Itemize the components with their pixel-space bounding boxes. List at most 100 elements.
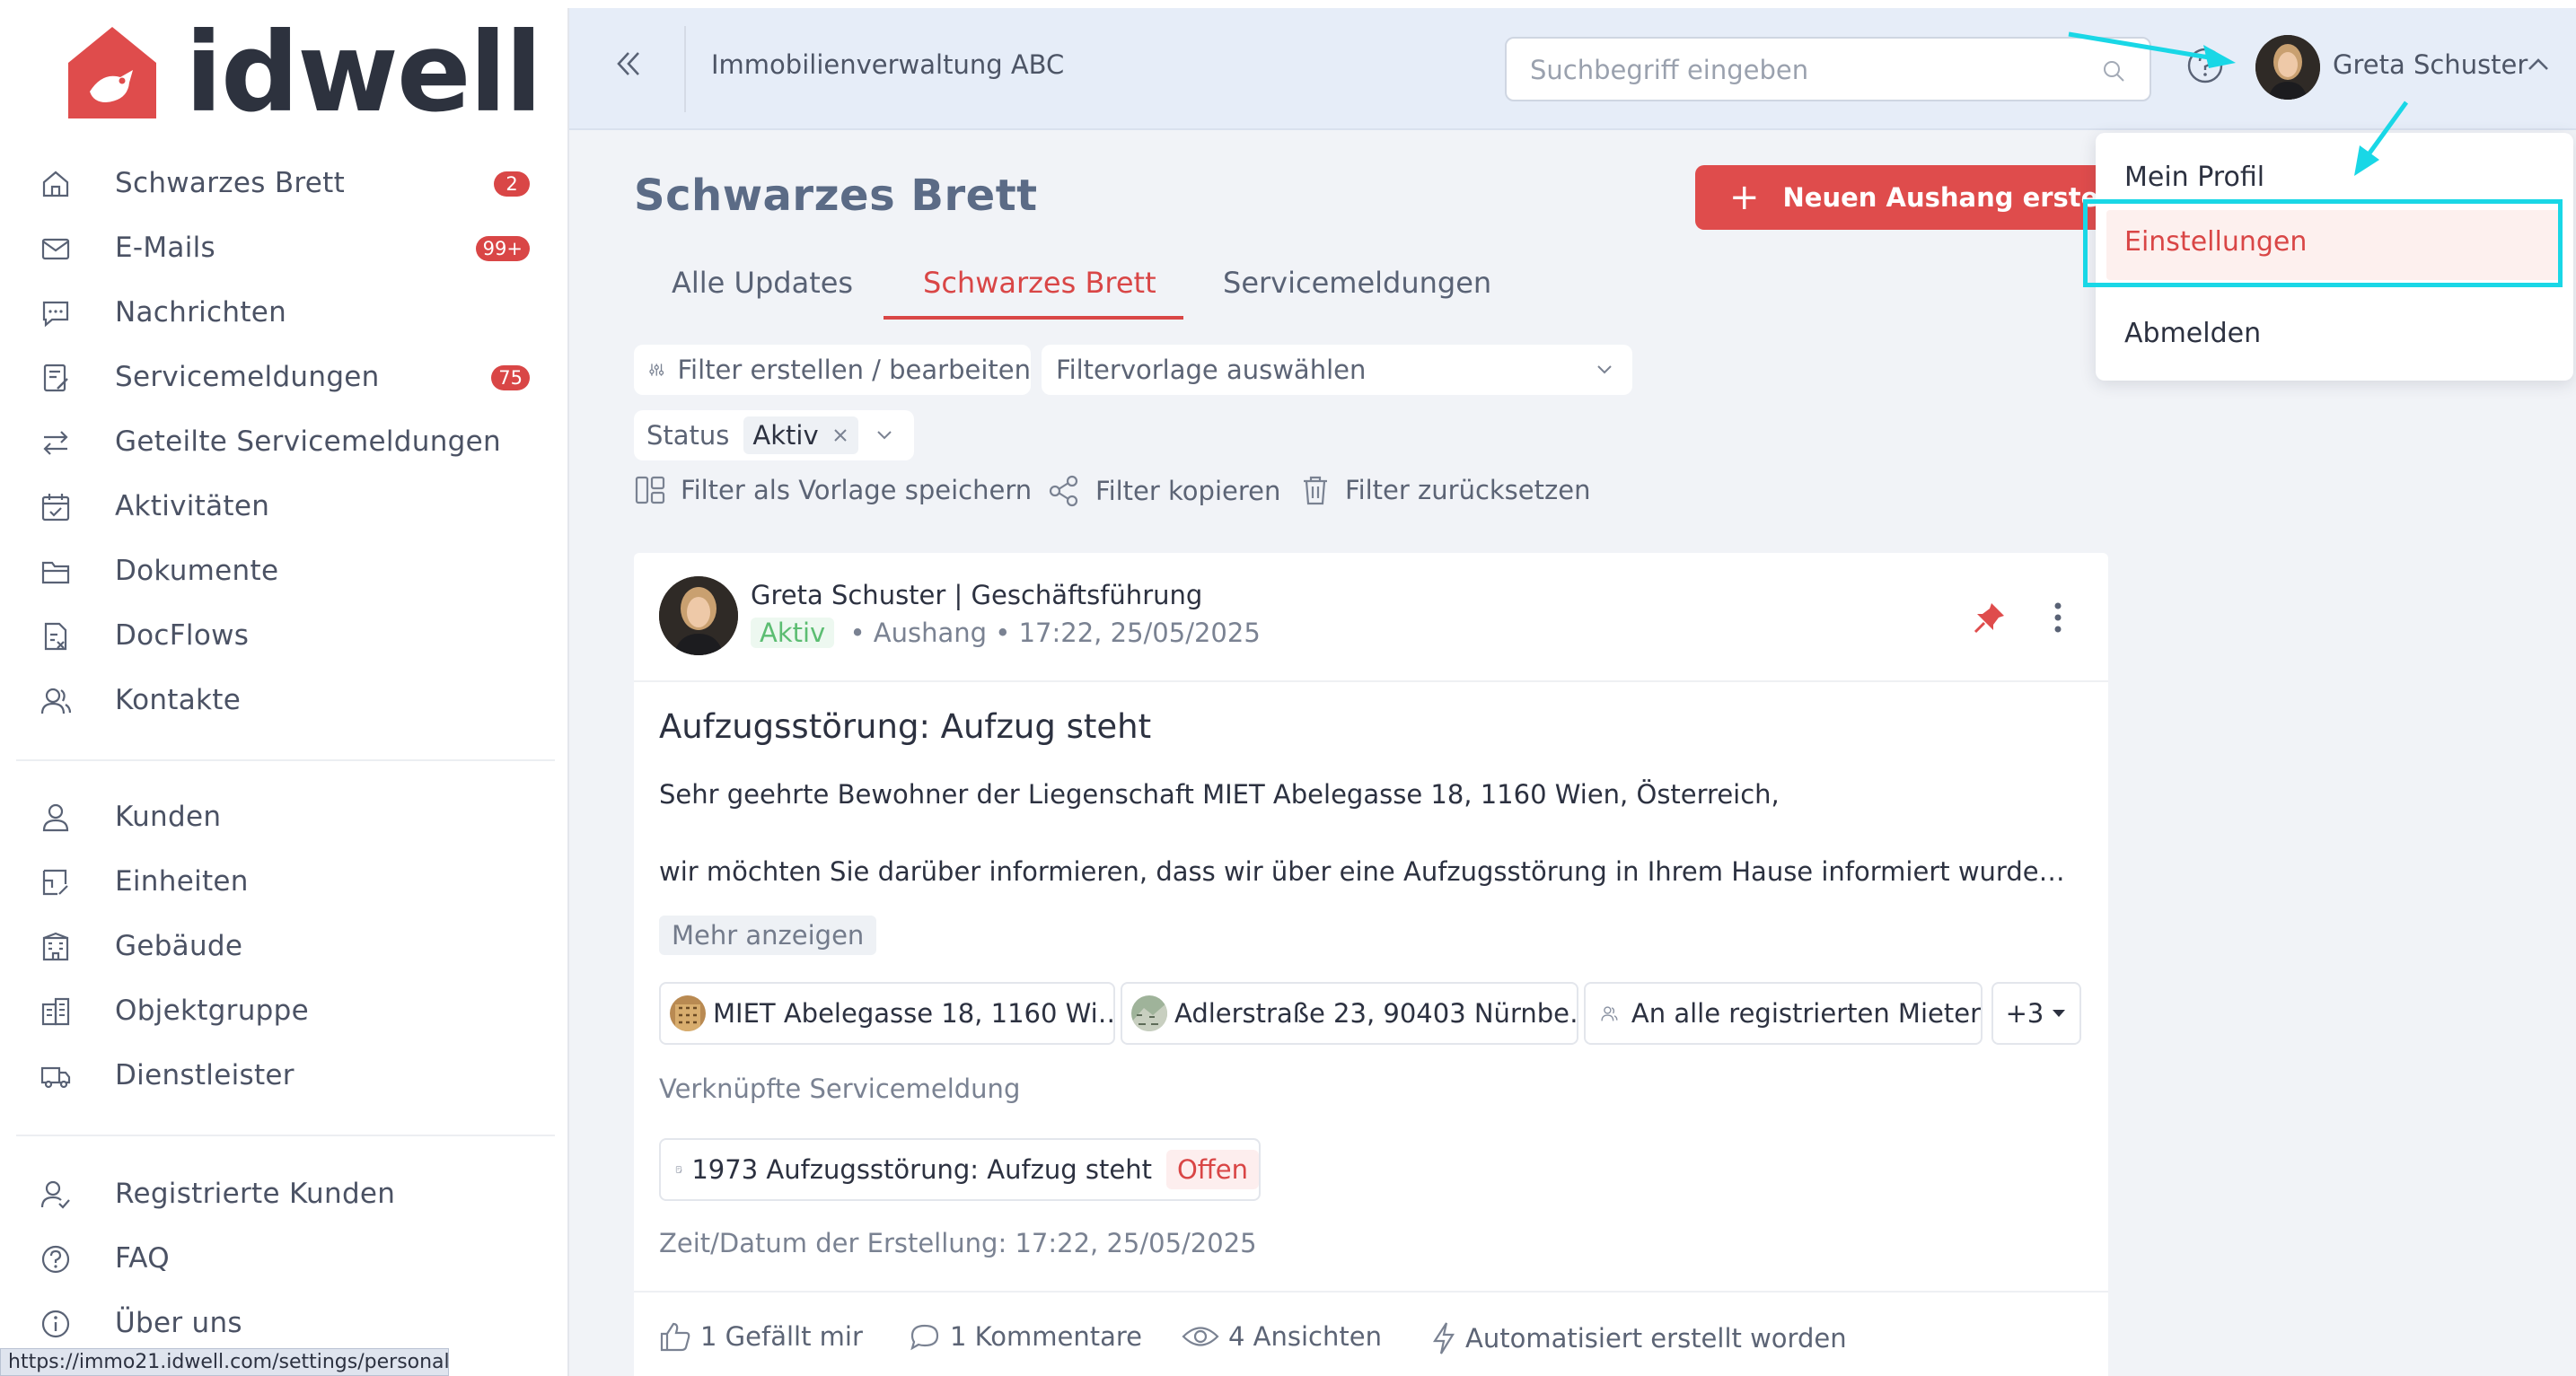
sidebar-item-ueber-uns[interactable]: Über uns: [0, 1296, 569, 1350]
annotation-arrow: [2354, 101, 2409, 176]
sidebar-item-registrierte-kunden[interactable]: Registrierte Kunden: [0, 1167, 569, 1221]
reset-filter-button[interactable]: Filter zurücksetzen: [1300, 474, 1590, 506]
linked-service-label: Verknüpfte Servicemeldung: [659, 1074, 1021, 1104]
tab-alle-updates[interactable]: Alle Updates: [672, 266, 853, 300]
linked-service-title: 1973 Aufzugsstörung: Aufzug steht: [691, 1154, 1152, 1185]
sidebar-item-geteilte-servicemeldungen[interactable]: Geteilte Servicemeldungen: [0, 415, 569, 469]
sidebar-item-emails[interactable]: E-Mails 99+: [0, 221, 569, 275]
pin-icon[interactable]: [1972, 600, 2008, 635]
idwell-logo[interactable]: idwell: [63, 9, 542, 136]
layout-icon: [635, 476, 665, 504]
sidebar-item-label: Nachrichten: [115, 296, 287, 329]
property-thumbnail: [670, 995, 706, 1031]
count-badge: 75: [491, 365, 530, 390]
info-icon: [41, 1310, 70, 1338]
thumbs-up-icon: [660, 1322, 690, 1352]
show-more-button[interactable]: Mehr anzeigen: [659, 916, 877, 955]
sidebar-item-label: Geteilte Servicemeldungen: [115, 425, 501, 458]
user-avatar[interactable]: [2255, 35, 2320, 100]
sidebar-item-gebaeude[interactable]: Gebäude: [0, 919, 569, 973]
sidebar-item-label: Servicemeldungen: [115, 361, 380, 393]
save-template-button[interactable]: Filter als Vorlage speichern: [634, 474, 1032, 506]
chevron-down-icon: [1597, 365, 1612, 374]
sidebar-item-dienstleister[interactable]: Dienstleister: [0, 1048, 569, 1102]
property-tag[interactable]: MIET Abelegasse 18, 1160 Wi…: [659, 982, 1115, 1045]
post-meta: Aktiv • Aushang • 17:22, 25/05/2025: [751, 618, 1261, 648]
calendar-check-icon: [41, 494, 70, 521]
close-icon[interactable]: [831, 426, 849, 444]
filter-edit-button[interactable]: Filter erstellen / bearbeiten: [634, 345, 1031, 395]
sidebar: idwell Schwarzes Brett 2 E-Mails 99+ Nac…: [0, 0, 569, 1376]
lightning-icon: [1432, 1322, 1455, 1354]
tab-servicemeldungen[interactable]: Servicemeldungen: [1223, 266, 1491, 300]
post-timestamp: 17:22, 25/05/2025: [1018, 618, 1261, 648]
menu-item-abmelden[interactable]: Abmelden: [2124, 318, 2261, 349]
sidebar-item-aktivitaeten[interactable]: Aktivitäten: [0, 479, 569, 533]
status-filter-value-chip[interactable]: Aktiv: [743, 416, 858, 454]
tab-schwarzes-brett[interactable]: Schwarzes Brett: [923, 266, 1156, 300]
status-filter-label: Status: [646, 420, 730, 451]
status-bar-url: https://immo21.idwell.com/settings/perso…: [0, 1348, 450, 1376]
like-button[interactable]: 1 Gefällt mir: [659, 1321, 863, 1352]
author-avatar[interactable]: [659, 576, 738, 655]
created-timestamp: Zeit/Datum der Erstellung: 17:22, 25/05/…: [659, 1228, 1257, 1258]
tag-label: Adlerstraße 23, 90403 Nürnbe…: [1174, 998, 1578, 1029]
filter-template-select[interactable]: Filtervorlage auswählen: [1042, 345, 1632, 395]
sliders-icon: [649, 364, 664, 376]
search-input[interactable]: [1530, 55, 2069, 85]
sidebar-item-label: Kontakte: [115, 684, 242, 716]
menu-item-mein-profil[interactable]: Mein Profil: [2124, 162, 2264, 193]
top-header: Immobilienverwaltung ABC Greta Schuster: [569, 8, 2576, 130]
annotation-arrow: [2068, 31, 2236, 68]
sidebar-item-label: Aktivitäten: [115, 490, 270, 522]
sidebar-divider: [16, 759, 555, 761]
new-notice-label: Neuen Aushang erstellen: [1782, 182, 2108, 213]
sidebar-item-docflows[interactable]: DocFlows: [0, 609, 569, 662]
tag-label: MIET Abelegasse 18, 1160 Wi…: [713, 998, 1115, 1029]
user-icon: [42, 803, 69, 832]
more-tags-button[interactable]: +3: [1991, 982, 2081, 1045]
sidebar-item-faq[interactable]: FAQ: [0, 1231, 569, 1285]
caret-down-icon: [2053, 1010, 2066, 1017]
search-box[interactable]: [1505, 37, 2151, 101]
automation-label: Automatisiert erstellt worden: [1465, 1323, 1847, 1354]
sidebar-item-kunden[interactable]: Kunden: [0, 790, 569, 844]
chevron-down-icon[interactable]: [875, 428, 894, 443]
count-badge: 99+: [475, 236, 530, 261]
top-border: [0, 0, 2576, 8]
sidebar-item-label: DocFlows: [115, 619, 250, 652]
organization-name: Immobilienverwaltung ABC: [711, 49, 1065, 80]
status-filter[interactable]: Status Aktiv: [634, 410, 914, 460]
sidebar-item-label: FAQ: [115, 1242, 170, 1275]
sidebar-item-servicemeldungen[interactable]: Servicemeldungen 75: [0, 350, 569, 404]
user-name[interactable]: Greta Schuster: [2333, 49, 2528, 80]
truck-icon: [40, 1066, 71, 1089]
card-divider: [634, 1291, 2108, 1293]
comment-button[interactable]: 1 Kommentare: [909, 1321, 1142, 1352]
more-vertical-icon[interactable]: [2051, 600, 2065, 635]
question-icon: [41, 1245, 70, 1274]
filter-template-placeholder: Filtervorlage auswählen: [1056, 355, 1367, 385]
recipient-tag[interactable]: An alle registrierten Mieter: [1584, 982, 1983, 1045]
sidebar-divider: [16, 1135, 555, 1136]
card-divider: [634, 680, 2108, 682]
collapse-sidebar-icon[interactable]: [611, 46, 646, 82]
like-count: 1 Gefällt mir: [700, 1321, 863, 1352]
property-thumbnail: [1131, 995, 1167, 1031]
meta-dot: •: [995, 618, 1019, 648]
new-notice-button[interactable]: + Neuen Aushang erstellen: [1695, 165, 2108, 230]
sidebar-item-schwarzes-brett[interactable]: Schwarzes Brett 2: [0, 156, 569, 210]
user-check-icon: [40, 1180, 70, 1209]
property-tag[interactable]: Adlerstraße 23, 90403 Nürnbe…: [1121, 982, 1578, 1045]
linked-service-item[interactable]: 1973 Aufzugsstörung: Aufzug steht Offen: [659, 1138, 1261, 1201]
copy-filter-button[interactable]: Filter kopieren: [1047, 474, 1280, 508]
sidebar-item-objektgruppe[interactable]: Objektgruppe: [0, 984, 569, 1038]
post-title: Aufzugsstörung: Aufzug steht: [659, 707, 1152, 746]
sidebar-item-einheiten[interactable]: Einheiten: [0, 855, 569, 908]
sidebar-item-dokumente[interactable]: Dokumente: [0, 544, 569, 598]
sidebar-item-nachrichten[interactable]: Nachrichten: [0, 285, 569, 339]
chevron-up-icon[interactable]: [2525, 55, 2552, 74]
post-author: Greta Schuster | Geschäftsführung: [751, 580, 1203, 610]
sidebar-item-kontakte[interactable]: Kontakte: [0, 673, 569, 727]
home-icon: [42, 171, 69, 197]
